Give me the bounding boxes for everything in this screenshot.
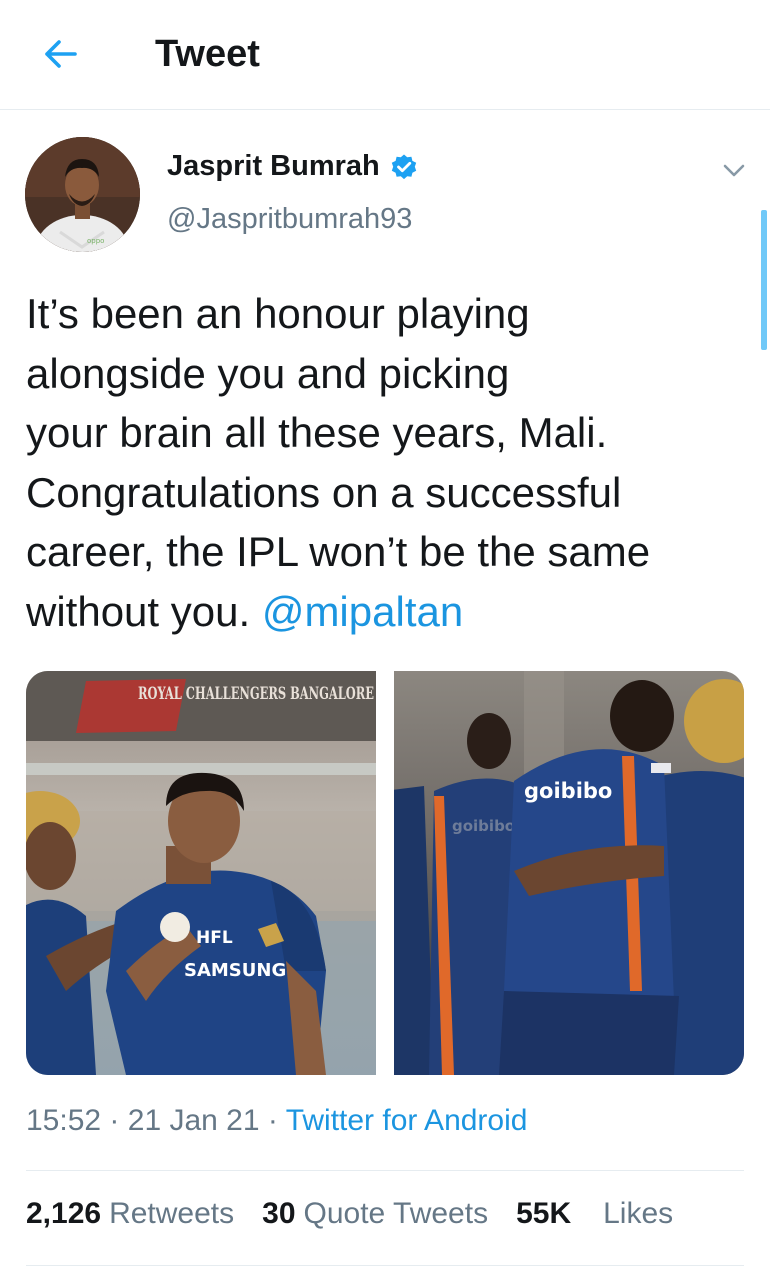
more-options-button[interactable] — [716, 152, 752, 188]
author-name-text: Jasprit Bumrah — [167, 150, 380, 182]
tweet-text-line-last: without you. @mipaltan — [26, 582, 756, 642]
tweet-photo-1[interactable]: ROYAL CHALLENGERS BANGALORE HFL SAMSUNG — [26, 671, 376, 1075]
tweet-source-link[interactable]: Twitter for Android — [286, 1104, 528, 1137]
avatar-image: oppo — [25, 137, 140, 252]
likes-count: 55K — [516, 1197, 572, 1230]
retweets-stat[interactable]: 2,126 Retweets — [26, 1197, 234, 1231]
retweets-count: 2,126 — [26, 1197, 102, 1230]
author-handle: @Jaspritbumrah93 — [167, 203, 413, 235]
tweet-photo-2[interactable]: goibibo goibibo — [394, 671, 744, 1075]
tweet-meta: 15:52 · 21 Jan 21 · Twitter for Android — [26, 1104, 527, 1138]
media-grid: ROYAL CHALLENGERS BANGALORE HFL SAMSUNG — [26, 671, 744, 1075]
svg-text:oppo: oppo — [87, 237, 104, 245]
retweets-label: Retweets — [109, 1197, 235, 1230]
verified-badge-icon — [391, 154, 416, 179]
jersey-sponsor-text: SAMSUNG — [184, 960, 286, 981]
quote-tweets-stat[interactable]: 30 Quote Tweets — [262, 1197, 488, 1231]
quote-tweets-count: 30 — [262, 1197, 296, 1230]
tweet-stats: 2,126 Retweets 30 Quote Tweets 55K Likes — [26, 1197, 701, 1231]
jersey-sponsor-text: goibibo — [524, 779, 612, 803]
tweet-text-line: your brain all these years, Mali. — [26, 409, 608, 456]
tweet-text-line: alongside you and picking — [26, 349, 510, 397]
tweet-time: 15:52 — [26, 1104, 102, 1137]
avatar[interactable]: oppo — [25, 137, 140, 252]
back-button[interactable] — [36, 30, 84, 78]
likes-label: Likes — [603, 1197, 674, 1230]
jersey-sponsor-text: HFL — [196, 928, 233, 948]
arrow-left-icon — [45, 40, 77, 68]
page-title: Tweet — [155, 33, 260, 75]
tweet-text-line: without you. — [26, 587, 262, 635]
jersey-sponsor-text: goibibo — [452, 817, 515, 835]
photo-2-image: goibibo goibibo — [394, 671, 744, 1075]
scrollbar-thumb[interactable] — [761, 210, 767, 350]
meta-separator: · — [109, 1104, 120, 1137]
divider — [26, 1170, 744, 1171]
top-app-bar: Tweet — [0, 0, 770, 110]
divider — [26, 1265, 744, 1266]
tweet-text-line: Congratulations on a successful — [26, 468, 622, 516]
stadium-sign-text: ROYAL CHALLENGERS BANGALORE — [138, 684, 374, 704]
tweet-date: 21 Jan 21 — [127, 1104, 260, 1137]
quote-tweets-label: Quote Tweets — [303, 1197, 489, 1230]
photo-1-image: ROYAL CHALLENGERS BANGALORE HFL SAMSUNG — [26, 671, 376, 1075]
author-name[interactable]: Jasprit Bumrah — [167, 150, 418, 183]
tweet-text-line: It’s been an honour playing — [26, 290, 530, 337]
tweet-text: It’s been an honour playing alongside yo… — [26, 284, 756, 641]
likes-stat[interactable]: 55K Likes — [516, 1197, 673, 1231]
chevron-down-icon — [723, 164, 745, 177]
mention-link[interactable]: @mipaltan — [262, 588, 463, 635]
tweet-text-line: career, the IPL won’t be the same — [26, 528, 651, 575]
meta-separator: · — [267, 1104, 278, 1137]
